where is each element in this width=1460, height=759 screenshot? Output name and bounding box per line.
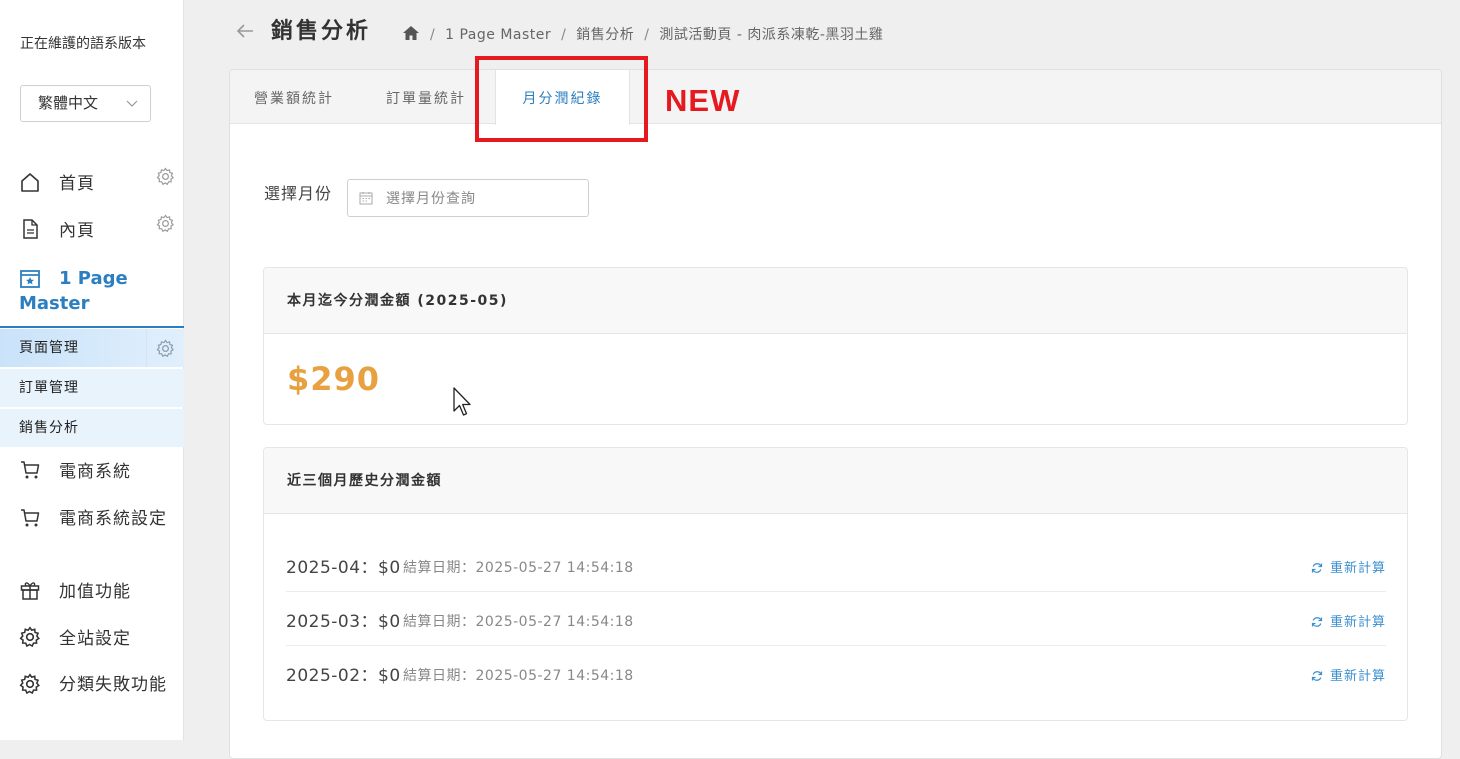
gear-icon[interactable]	[156, 214, 175, 233]
sidebar-subitem-label: 頁面管理	[19, 340, 79, 356]
sidebar-item-label: 內頁	[59, 221, 95, 241]
recalculate-label: 重新計算	[1329, 561, 1386, 576]
sidebar-item-label: 電商系統設定	[59, 509, 167, 529]
refresh-icon	[1311, 671, 1323, 681]
tab-bar: 營業額統計 訂單量統計 月分潤紀錄	[230, 70, 1441, 125]
history-settle-date: 結算日期：2025-05-27 14:54:18	[403, 614, 634, 630]
month-picker[interactable]	[347, 179, 589, 217]
history-card: 近三個月歷史分潤金額 2025-04：$0 結算日期：2025-05-27 14…	[263, 447, 1408, 721]
annotation-highlight-box	[475, 56, 648, 142]
section-divider	[0, 326, 184, 328]
home-icon[interactable]	[402, 24, 420, 42]
sidebar-subitem-label: 銷售分析	[19, 420, 79, 436]
recalculate-button[interactable]: 重新計算	[1311, 611, 1386, 630]
refresh-icon	[1311, 563, 1323, 573]
sidebar-item-label: 全站設定	[59, 629, 131, 649]
gear-icon[interactable]	[146, 329, 184, 367]
month-filter-label: 選擇月份	[264, 184, 333, 203]
card-title: 本月迄今分潤金額 (2025-05)	[264, 268, 1407, 334]
mouse-cursor-icon	[453, 387, 471, 416]
language-select[interactable]: 繁體中文	[20, 85, 151, 122]
breadcrumb-item[interactable]: 1 Page Master	[445, 27, 551, 43]
sidebar-section-label: 1 Page Master	[19, 268, 128, 314]
tab-order-stats[interactable]: 訂單量統計	[386, 70, 466, 124]
language-title: 正在維護的語系版本	[20, 36, 146, 52]
page-title: 銷售分析	[271, 19, 372, 44]
cart-icon	[19, 459, 41, 481]
gear-icon	[19, 626, 41, 648]
sidebar-subitem-label: 訂單管理	[19, 380, 79, 396]
history-settle-date: 結算日期：2025-05-27 14:54:18	[403, 560, 634, 576]
calendar-icon	[359, 190, 373, 205]
gear-icon[interactable]	[156, 167, 175, 186]
history-month-amount: 2025-04：$0	[286, 558, 401, 578]
annotation-new-label: NEW	[665, 83, 741, 118]
chevron-down-icon	[126, 86, 138, 135]
history-settle-date: 結算日期：2025-05-27 14:54:18	[403, 668, 634, 684]
recalculate-label: 重新計算	[1329, 615, 1386, 630]
month-input[interactable]	[386, 188, 576, 210]
tab-revenue-stats[interactable]: 營業額統計	[254, 70, 334, 124]
table-row: 2025-03：$0 結算日期：2025-05-27 14:54:18 重新計算	[286, 592, 1386, 646]
breadcrumb-item[interactable]: 銷售分析	[576, 27, 634, 43]
recalculate-label: 重新計算	[1329, 669, 1386, 684]
history-month-amount: 2025-03：$0	[286, 612, 401, 632]
sidebar-section-1-page-master[interactable]: 1 Page Master	[19, 266, 169, 316]
gift-icon	[19, 579, 41, 601]
sidebar-subitem-sales-analysis[interactable]: 銷售分析	[0, 409, 184, 447]
back-arrow-icon[interactable]	[234, 20, 256, 42]
sidebar-subitem-order-management[interactable]: 訂單管理	[0, 369, 184, 407]
sidebar: 正在維護的語系版本 繁體中文 首頁 內頁 1 Page Master 頁面管理	[0, 0, 184, 740]
star-calendar-icon	[19, 268, 41, 290]
document-icon	[19, 218, 41, 240]
home-icon	[19, 171, 41, 193]
sidebar-item-label: 首頁	[59, 174, 95, 194]
recalculate-button[interactable]: 重新計算	[1311, 557, 1386, 576]
table-row: 2025-02：$0 結算日期：2025-05-27 14:54:18 重新計算	[286, 646, 1386, 700]
history-month-amount: 2025-02：$0	[286, 666, 401, 686]
breadcrumb: / 1 Page Master / 銷售分析 / 測試活動頁 - 肉派系凍乾-黑…	[402, 24, 883, 45]
language-value: 繁體中文	[38, 94, 99, 112]
breadcrumb-item: 測試活動頁 - 肉派系凍乾-黑羽土雞	[659, 27, 884, 43]
table-row: 2025-04：$0 結算日期：2025-05-27 14:54:18 重新計算	[286, 538, 1386, 592]
sidebar-item-label: 加值功能	[59, 582, 131, 602]
sidebar-item-label: 分類失敗功能	[59, 675, 167, 695]
refresh-icon	[1311, 617, 1323, 627]
sidebar-item-label: 電商系統	[59, 462, 131, 482]
current-profit-amount: $290	[287, 360, 381, 398]
current-month-card: 本月迄今分潤金額 (2025-05) $290	[263, 267, 1408, 425]
recalculate-button[interactable]: 重新計算	[1311, 665, 1386, 684]
card-title: 近三個月歷史分潤金額	[264, 448, 1407, 514]
sidebar-subitem-page-management[interactable]: 頁面管理	[0, 329, 184, 367]
